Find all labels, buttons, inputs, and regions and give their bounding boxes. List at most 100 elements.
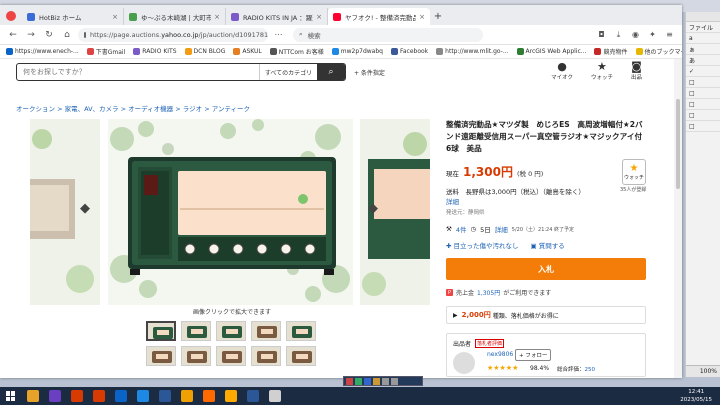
taskbar-app-button[interactable] — [66, 387, 88, 405]
next-image-arrow-icon[interactable]: ◆ — [368, 201, 378, 216]
back-arrow-icon[interactable]: ← — [6, 28, 20, 42]
seller-name[interactable]: nex9806 — [487, 351, 513, 358]
avatar[interactable] — [453, 352, 475, 374]
browser-search-field[interactable]: ⌕ 検索 — [293, 27, 483, 42]
chat-icon: ▣ — [530, 242, 539, 250]
pay-amount[interactable]: 1,305円 — [477, 288, 500, 297]
taskbar-app-button[interactable] — [44, 387, 66, 405]
close-tab-icon[interactable]: × — [214, 13, 220, 21]
category-select[interactable]: すべてのカテゴリ — [259, 64, 317, 80]
lock-icon — [84, 31, 86, 38]
new-tab-button[interactable]: + — [430, 8, 446, 25]
bookmark-item[interactable]: https://www.enech-... — [6, 48, 79, 55]
thumbnail[interactable] — [286, 346, 316, 366]
download-icon[interactable]: ⤓ — [612, 28, 625, 41]
taskbar-app-button[interactable] — [242, 387, 264, 405]
tab-yahoo-auction[interactable]: ヤフオク! - 整備済完動品 マツ × — [328, 8, 430, 25]
tab-tourism[interactable]: ゆ〜ぷる木崎湖 | 大町市観光協会 × — [124, 8, 226, 25]
taskbar-app-button[interactable] — [110, 387, 132, 405]
main-product-image[interactable] — [108, 119, 353, 305]
taskbar-app-button[interactable] — [198, 387, 220, 405]
bookmark-icon — [516, 48, 524, 55]
close-tab-icon[interactable]: × — [316, 13, 322, 21]
taskbar-app-button[interactable] — [176, 387, 198, 405]
bookmark-item[interactable]: mw2p7dwabq — [331, 48, 383, 55]
extensions-icon[interactable]: ✦ — [646, 28, 659, 41]
prev-image-arrow-icon[interactable]: ◆ — [80, 201, 90, 216]
thumbnail[interactable] — [251, 321, 281, 341]
camera-icon: ◙ — [631, 60, 642, 73]
sell-button[interactable]: ◙ 出品 — [631, 60, 642, 82]
taskbar-app-button[interactable] — [88, 387, 110, 405]
breadcrumb[interactable]: オークション > 家電、AV、カメラ > オーディオ機器 > ラジオ > アンテ… — [16, 103, 250, 113]
bookmarks-bar: https://www.enech-... 下書Gmail RADIO KITS… — [0, 45, 682, 59]
reload-icon[interactable]: ↻ — [42, 28, 56, 42]
header-icons: ● マイオク ★ ウォッチ ◙ 出品 — [551, 60, 642, 82]
condition-link[interactable]: + 条件指定 — [354, 68, 385, 77]
taskbar-app-button[interactable] — [264, 387, 286, 405]
watchlist-button[interactable]: ★ ウォッチ — [591, 61, 613, 82]
hamburger-menu-icon[interactable]: ≡ — [663, 28, 676, 41]
bookmark-item[interactable]: http://www.mlit.go-... — [436, 48, 509, 55]
start-button[interactable] — [0, 387, 22, 405]
gmail-icon — [86, 48, 94, 55]
taskbar-app-button[interactable] — [154, 387, 176, 405]
account-icon[interactable]: ◉ — [629, 28, 642, 41]
address-bar[interactable]: https://page.auctions. yahoo.co.jp/jp/auc… — [78, 27, 268, 42]
clock-date: 2023/05/15 — [680, 397, 712, 403]
taskbar-app-button[interactable] — [220, 387, 242, 405]
bookmark-item[interactable]: NTTCom お客様 — [269, 47, 324, 56]
bookmark-item[interactable]: 競売物件 — [594, 47, 628, 56]
url-prefix: https://page.auctions. — [90, 30, 162, 39]
time-detail-link[interactable]: 詳細 — [495, 224, 508, 234]
panel-line: □ — [686, 110, 720, 121]
browser-window: HotBiz ホーム × ゆ〜ぷる木崎湖 | 大町市観光協会 × RADIO K… — [0, 5, 682, 378]
tab-hotbiz[interactable]: HotBiz ホーム × — [22, 8, 124, 25]
watch-button[interactable]: ★ ウォッチ — [622, 159, 646, 185]
thumbnail[interactable] — [146, 321, 176, 341]
shipping-detail-link[interactable]: 詳細 — [446, 198, 459, 206]
app-icon — [159, 390, 171, 402]
page-actions-icon[interactable]: ⋯ — [272, 28, 285, 41]
home-icon[interactable]: ⌂ — [60, 28, 74, 42]
thumbnail[interactable] — [181, 321, 211, 341]
url-domain: yahoo.co.jp — [161, 30, 199, 39]
thumbnail[interactable] — [251, 346, 281, 366]
pocket-icon[interactable]: ◘ — [595, 28, 608, 41]
taskbar-app-button[interactable] — [132, 387, 154, 405]
tab-radio-kits[interactable]: RADIO KITS IN JA ：躍進 × — [226, 8, 328, 25]
bookmark-item[interactable]: RADIO KITS — [133, 48, 177, 55]
thumbnail[interactable] — [216, 321, 246, 341]
thumbnail[interactable] — [286, 321, 316, 341]
condition-link[interactable]: ✚ 目立った傷や汚れなし — [446, 240, 519, 250]
thumbnail[interactable] — [146, 346, 176, 366]
auction-search-input[interactable]: 何をお探しですか？ — [17, 67, 259, 77]
forward-arrow-icon[interactable]: → — [24, 28, 38, 42]
bookmark-item[interactable]: DCN BLOG — [184, 48, 225, 55]
other-bookmarks[interactable]: 他のブックマーク — [635, 47, 682, 56]
thumbnail[interactable] — [216, 346, 246, 366]
search-button[interactable]: ⌕ — [317, 64, 345, 80]
promo-banner[interactable]: ▶ 2,000円 種類、落札価格がお得に — [446, 306, 646, 324]
myauction-button[interactable]: ● マイオク — [551, 61, 573, 82]
system-clock[interactable]: 12:41 2023/05/15 — [680, 388, 712, 404]
bookmark-icon — [133, 48, 141, 55]
follow-button[interactable]: + フォロー — [515, 349, 552, 361]
bid-button[interactable]: 入札 — [446, 258, 646, 280]
promo-text: 種類、落札価格がお得に — [492, 312, 559, 320]
ime-toolbar[interactable] — [343, 376, 423, 386]
zoom-level[interactable]: 100% — [686, 365, 720, 377]
question-link[interactable]: ▣ 質問する — [531, 240, 565, 250]
bookmark-item[interactable]: 下書Gmail — [86, 47, 125, 56]
scrollbar-thumb[interactable] — [676, 99, 680, 189]
taskbar-app-button[interactable] — [22, 387, 44, 405]
close-tab-icon[interactable]: × — [419, 13, 425, 21]
bookmark-item[interactable]: ASKUL — [233, 48, 262, 55]
page-scrollbar[interactable] — [674, 59, 682, 378]
thumbnail[interactable] — [181, 346, 211, 366]
close-tab-icon[interactable]: × — [112, 13, 118, 21]
bid-count[interactable]: 4件 — [456, 224, 467, 234]
bookmark-item[interactable]: ArcGIS Web Applic... — [516, 48, 586, 55]
bookmark-item[interactable]: Facebook — [390, 48, 428, 55]
browser-menu-icon[interactable] — [6, 11, 16, 21]
